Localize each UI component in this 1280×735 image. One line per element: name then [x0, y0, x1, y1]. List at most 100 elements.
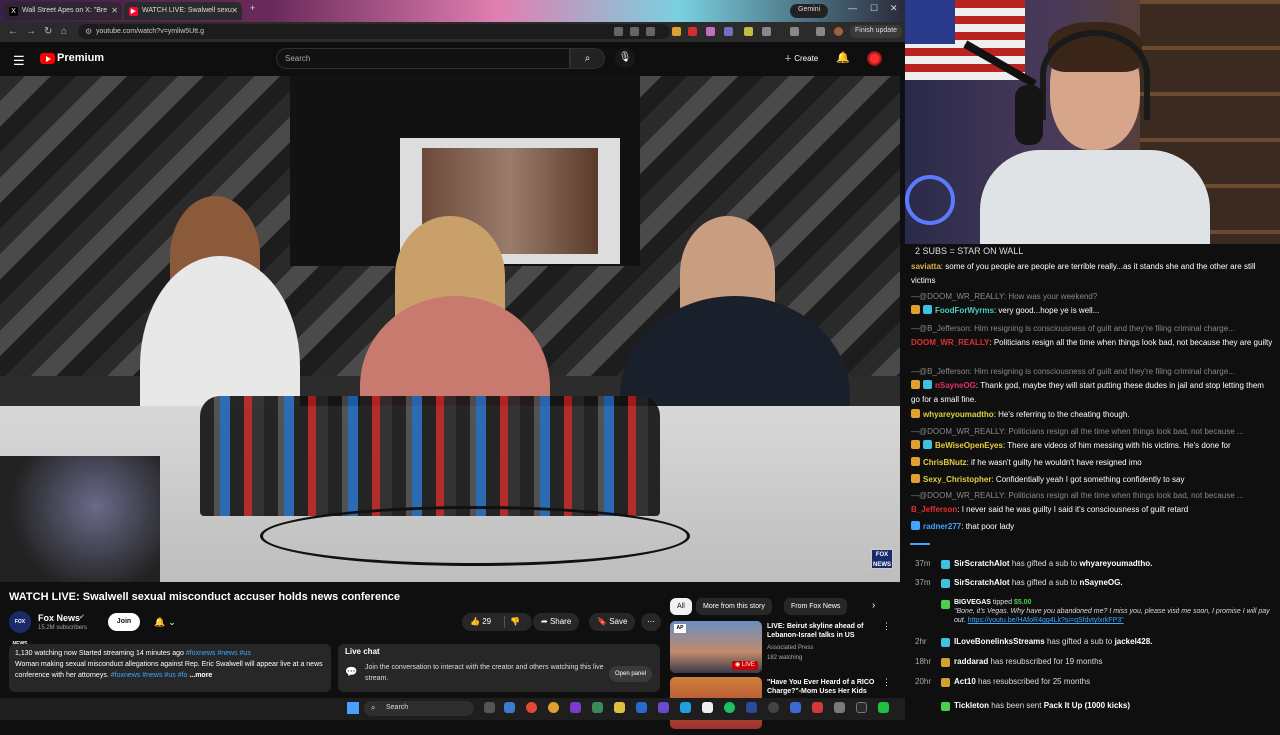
app-icon[interactable]	[856, 702, 867, 713]
extension-icon[interactable]	[744, 27, 753, 36]
chat-username[interactable]: B_Jefferson	[911, 505, 957, 514]
like-button[interactable]: 👍 29	[470, 617, 491, 626]
app-icon[interactable]	[680, 702, 691, 713]
youtube-premium-wordmark[interactable]: Premium	[57, 52, 104, 64]
cast-icon[interactable]	[630, 27, 639, 36]
recommended-title[interactable]: "Have You Ever Heard of a RICO Charge?"-…	[767, 678, 879, 696]
chat-message: radner277: that poor lady	[911, 520, 1273, 534]
download-icon[interactable]	[816, 27, 825, 36]
chip-more-from-story[interactable]: More from this story	[696, 598, 772, 615]
user-avatar[interactable]	[867, 51, 882, 66]
extensions-puzzle-icon[interactable]	[762, 27, 771, 36]
taskbar-search[interactable]: ⌕ Search	[364, 701, 474, 716]
chat-username[interactable]: FoodForWyrms	[935, 306, 994, 315]
sidebar-icon[interactable]	[790, 27, 799, 36]
chat-username[interactable]: Sexy_Christopher	[923, 475, 991, 484]
channel-avatar[interactable]: FOX NEWS	[9, 611, 31, 647]
recommended-title[interactable]: LIVE: Beirut skyline ahead of Lebanon-Is…	[767, 622, 879, 640]
more-vertical-icon[interactable]: ⋮	[882, 677, 891, 688]
join-button[interactable]: Join	[108, 613, 140, 631]
more-vertical-icon[interactable]: ⋮	[882, 621, 891, 632]
video-player[interactable]	[0, 76, 900, 582]
app-icon[interactable]	[702, 702, 713, 713]
chip-from-fox-news[interactable]: From Fox News	[784, 598, 848, 615]
open-panel-button[interactable]: Open panel	[609, 666, 653, 682]
chrome-icon[interactable]	[548, 702, 559, 713]
channel-name[interactable]: Fox News	[38, 613, 80, 623]
windows-start-icon[interactable]	[347, 702, 359, 714]
stream-events-feed: 37m SirScratchAlot has gifted a sub to w…	[905, 550, 1280, 720]
emote-badge-icon	[911, 457, 920, 466]
close-tab-icon[interactable]: ✕	[111, 6, 118, 15]
chat-username[interactable]: DOOM_WR_REALLY	[911, 338, 989, 347]
recommended-channel[interactable]: Associated Press	[767, 645, 813, 651]
chat-username[interactable]: BeWiseOpenEyes	[935, 441, 1003, 450]
close-window-icon[interactable]: ✕	[890, 3, 898, 14]
home-icon[interactable]: ⌂	[61, 26, 67, 37]
maximize-icon[interactable]: ☐	[870, 3, 878, 14]
chat-username[interactable]: whyareyoumadtho	[923, 410, 994, 419]
app-icon[interactable]	[570, 702, 581, 713]
zoom-icon[interactable]	[614, 27, 623, 36]
browser-tab[interactable]: X Wall Street Apes on X: "Bre ✕	[4, 2, 122, 20]
chat-username[interactable]: ChrisBNutz	[923, 458, 967, 467]
app-icon[interactable]	[790, 702, 801, 713]
menu-icon[interactable]: ☰	[13, 53, 25, 69]
extension-icon[interactable]	[672, 27, 681, 36]
bookmark-star-icon[interactable]	[646, 27, 655, 36]
chrome-icon[interactable]	[526, 702, 537, 713]
chat-username[interactable]: radner277	[923, 522, 961, 531]
back-icon[interactable]: ←	[8, 26, 18, 37]
tip-link[interactable]: https://youtu.be/HAfoR4gg4Lk?si=qSfdvtyl…	[968, 617, 1124, 624]
description-hashtags-inline[interactable]: #foxnews #news #us #fo	[111, 672, 188, 679]
notifications-bell-icon[interactable]: 🔔	[836, 51, 850, 64]
description-hashtags[interactable]: #foxnews #news #us	[186, 650, 251, 657]
app-icon[interactable]	[878, 702, 889, 713]
extension-icon[interactable]	[724, 27, 733, 36]
youtube-logo-icon[interactable]	[40, 53, 55, 64]
chip-all[interactable]: All	[670, 598, 692, 615]
chevron-right-icon[interactable]: ›	[872, 600, 875, 611]
app-icon[interactable]	[592, 702, 603, 713]
app-icon[interactable]	[768, 702, 779, 713]
gemini-button[interactable]: Gemini	[790, 4, 829, 18]
subscribed-notifications-button[interactable]: 🔔 ⌄	[148, 613, 182, 631]
recommended-video[interactable]: ◉ LIVE LIVE: Beirut skyline ahead of Leb…	[670, 621, 898, 679]
forward-icon[interactable]: →	[26, 26, 36, 37]
app-icon[interactable]	[812, 702, 823, 713]
new-tab-icon[interactable]: +	[250, 3, 255, 13]
close-tab-icon[interactable]: ✕	[231, 6, 238, 15]
app-icon[interactable]	[504, 702, 515, 713]
app-icon[interactable]	[636, 702, 647, 713]
site-info-icon[interactable]: ⚙	[85, 27, 92, 36]
create-button[interactable]: ＋ Create	[778, 50, 824, 68]
extension-icon[interactable]	[706, 27, 715, 36]
chat-username[interactable]: nSayneOG	[935, 381, 976, 390]
extension-icon[interactable]	[688, 27, 697, 36]
show-more-link[interactable]: ...more	[189, 672, 212, 679]
profile-avatar-icon[interactable]	[834, 27, 843, 36]
spotify-icon[interactable]	[724, 702, 735, 713]
finish-update-button[interactable]: Finish update	[850, 25, 903, 38]
chat-message: nSayneOG: Thank god, maybe they will sta…	[911, 380, 1264, 404]
task-view-icon[interactable]	[484, 702, 495, 713]
browser-tab-active[interactable]: ▶ WATCH LIVE: Swalwell sexu ✕	[124, 2, 242, 20]
app-icon[interactable]	[746, 702, 757, 713]
search-input[interactable]: Search	[276, 48, 570, 69]
reload-icon[interactable]: ↻	[44, 26, 52, 37]
dislike-button[interactable]: 👎	[510, 613, 520, 631]
app-icon[interactable]	[834, 702, 845, 713]
address-bar[interactable]: ⚙ youtube.com/watch?v=ymliw5Utt.g	[78, 24, 670, 39]
kicks-icon	[941, 702, 950, 711]
minimize-icon[interactable]: —	[848, 3, 857, 13]
share-button[interactable]: ➦ Share	[533, 613, 580, 631]
save-button[interactable]: 🔖 Save	[589, 613, 636, 631]
search-button[interactable]: ⌕	[570, 48, 605, 69]
description-box[interactable]: 1,130 watching now Started streaming 14 …	[9, 644, 331, 692]
more-actions-button[interactable]: ⋯	[641, 613, 661, 631]
voice-search-button[interactable]: 🎙	[615, 48, 635, 68]
file-explorer-icon[interactable]	[614, 702, 625, 713]
app-icon[interactable]	[658, 702, 669, 713]
led-light-decor	[905, 175, 955, 225]
chat-username[interactable]: saviatta	[911, 262, 941, 271]
